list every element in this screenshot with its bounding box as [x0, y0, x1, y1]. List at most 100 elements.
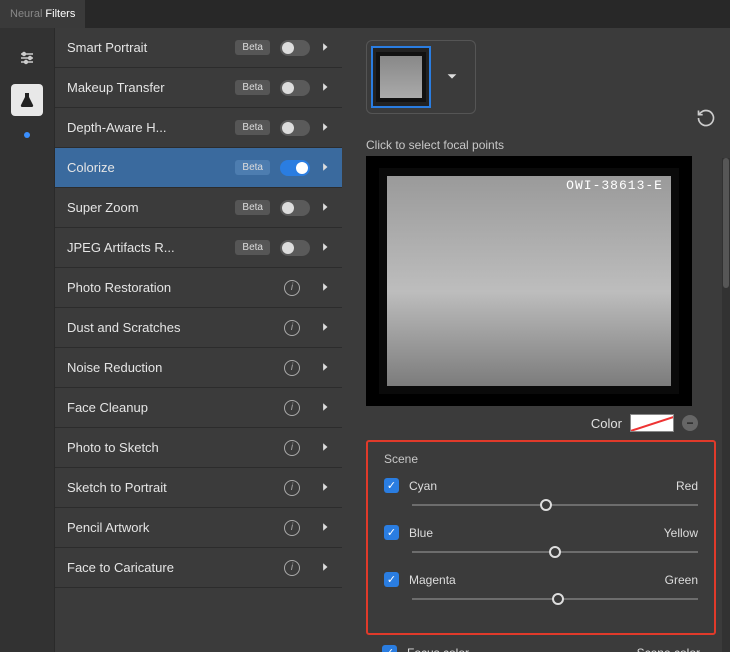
remove-color-button[interactable]: −: [682, 415, 698, 431]
filter-label: Photo Restoration: [67, 280, 284, 295]
beta-badge: Beta: [235, 200, 270, 215]
filter-label: Face to Caricature: [67, 560, 284, 575]
beta-badge: Beta: [235, 160, 270, 175]
filter-label: Depth-Aware H...: [67, 120, 235, 135]
chevron-right-icon: [320, 40, 330, 55]
chevron-right-icon: [320, 560, 330, 575]
scene-group: Scene ✓ Cyan Red ✓ Blue Yellow ✓ Magenta…: [366, 440, 716, 635]
chevron-right-icon: [320, 360, 330, 375]
filter-toggle[interactable]: [280, 80, 310, 96]
chevron-right-icon: [320, 320, 330, 335]
filter-row[interactable]: Depth-Aware H...Beta: [55, 108, 342, 148]
chevron-right-icon: [320, 120, 330, 135]
slider-left-label: Magenta: [409, 573, 456, 587]
chevron-right-icon: [320, 240, 330, 255]
focus-color-checkbox[interactable]: ✓: [382, 645, 397, 652]
color-balance-slider[interactable]: [412, 546, 698, 558]
filter-row[interactable]: Photo Restorationi: [55, 268, 342, 308]
left-icon-rail: [0, 28, 54, 652]
filter-toggle[interactable]: [280, 120, 310, 136]
color-balance-slider[interactable]: [412, 499, 698, 511]
tab-label-left: Neural: [10, 8, 42, 20]
filter-row[interactable]: Face Cleanupi: [55, 388, 342, 428]
tab-bar: Neural Filters: [0, 0, 730, 28]
settings-panel: Click to select focal points OWI-38613-E…: [342, 28, 730, 652]
filter-label: Dust and Scratches: [67, 320, 284, 335]
color-balance-slider[interactable]: [412, 593, 698, 605]
negative-code: OWI-38613-E: [558, 176, 671, 195]
filter-label: Super Zoom: [67, 200, 235, 215]
filter-row[interactable]: Smart PortraitBeta: [55, 28, 342, 68]
scene-slider-row: ✓ Blue Yellow: [384, 525, 698, 558]
filter-row[interactable]: JPEG Artifacts R...Beta: [55, 228, 342, 268]
filter-row[interactable]: ColorizeBeta: [55, 148, 342, 188]
filter-row[interactable]: Noise Reductioni: [55, 348, 342, 388]
filter-label: JPEG Artifacts R...: [67, 240, 235, 255]
info-icon[interactable]: i: [284, 520, 300, 536]
variant-thumbnail: [371, 46, 431, 108]
focal-points-hint: Click to select focal points: [366, 138, 716, 152]
preview-image: OWI-38613-E: [379, 168, 679, 394]
filter-toggle[interactable]: [280, 160, 310, 176]
info-icon[interactable]: i: [284, 480, 300, 496]
filter-toggle[interactable]: [280, 240, 310, 256]
image-preview[interactable]: OWI-38613-E: [366, 156, 692, 406]
filter-row[interactable]: Face to Caricaturei: [55, 548, 342, 588]
chevron-right-icon: [320, 200, 330, 215]
filter-label: Sketch to Portrait: [67, 480, 284, 495]
slider-checkbox[interactable]: ✓: [384, 572, 399, 587]
slider-left-label: Cyan: [409, 479, 437, 493]
info-icon[interactable]: i: [284, 560, 300, 576]
sliders-icon[interactable]: [11, 42, 43, 74]
scene-slider-row: ✓ Magenta Green: [384, 572, 698, 605]
chevron-right-icon: [320, 80, 330, 95]
variant-strip: [366, 40, 716, 114]
scrollbar-thumb[interactable]: [723, 158, 729, 288]
color-swatch[interactable]: [630, 414, 674, 432]
tab-label-right: Filters: [45, 8, 75, 20]
scene-color-label: Scene color: [637, 646, 700, 652]
filter-toggle[interactable]: [280, 40, 310, 56]
info-icon[interactable]: i: [284, 320, 300, 336]
chevron-right-icon: [320, 280, 330, 295]
info-icon[interactable]: i: [284, 280, 300, 296]
info-icon[interactable]: i: [284, 400, 300, 416]
filter-label: Makeup Transfer: [67, 80, 235, 95]
filter-row[interactable]: Photo to Sketchi: [55, 428, 342, 468]
scene-title: Scene: [384, 452, 698, 466]
reset-icon[interactable]: [696, 108, 716, 131]
tab-neural-filters[interactable]: Neural Filters: [0, 0, 85, 28]
beta-badge: Beta: [235, 240, 270, 255]
filter-label: Noise Reduction: [67, 360, 284, 375]
filter-row[interactable]: Makeup TransferBeta: [55, 68, 342, 108]
info-icon[interactable]: i: [284, 360, 300, 376]
chevron-right-icon: [320, 520, 330, 535]
color-label: Color: [591, 416, 622, 431]
filter-row[interactable]: Pencil Artworki: [55, 508, 342, 548]
filter-row[interactable]: Dust and Scratchesi: [55, 308, 342, 348]
info-icon[interactable]: i: [284, 440, 300, 456]
slider-checkbox[interactable]: ✓: [384, 525, 399, 540]
variant-dropdown[interactable]: [366, 40, 476, 114]
focus-scene-row: ✓ Focus color Scene color: [366, 645, 716, 652]
panel-scrollbar[interactable]: [722, 158, 730, 652]
beta-badge: Beta: [235, 120, 270, 135]
scene-slider-row: ✓ Cyan Red: [384, 478, 698, 511]
slider-checkbox[interactable]: ✓: [384, 478, 399, 493]
beta-badge: Beta: [235, 80, 270, 95]
focus-color-label: Focus color: [407, 646, 469, 652]
filter-label: Face Cleanup: [67, 400, 284, 415]
flask-icon[interactable]: [11, 84, 43, 116]
filter-toggle[interactable]: [280, 200, 310, 216]
color-row: Color −: [366, 414, 698, 432]
filter-label: Colorize: [67, 160, 235, 175]
chevron-right-icon: [320, 160, 330, 175]
slider-right-label: Red: [676, 479, 698, 493]
filter-row[interactable]: Sketch to Portraiti: [55, 468, 342, 508]
active-dot-indicator: [24, 132, 30, 138]
chevron-down-icon: [445, 69, 459, 86]
filter-list: Smart PortraitBetaMakeup TransferBetaDep…: [54, 28, 342, 652]
filter-label: Smart Portrait: [67, 40, 235, 55]
beta-badge: Beta: [235, 40, 270, 55]
filter-row[interactable]: Super ZoomBeta: [55, 188, 342, 228]
